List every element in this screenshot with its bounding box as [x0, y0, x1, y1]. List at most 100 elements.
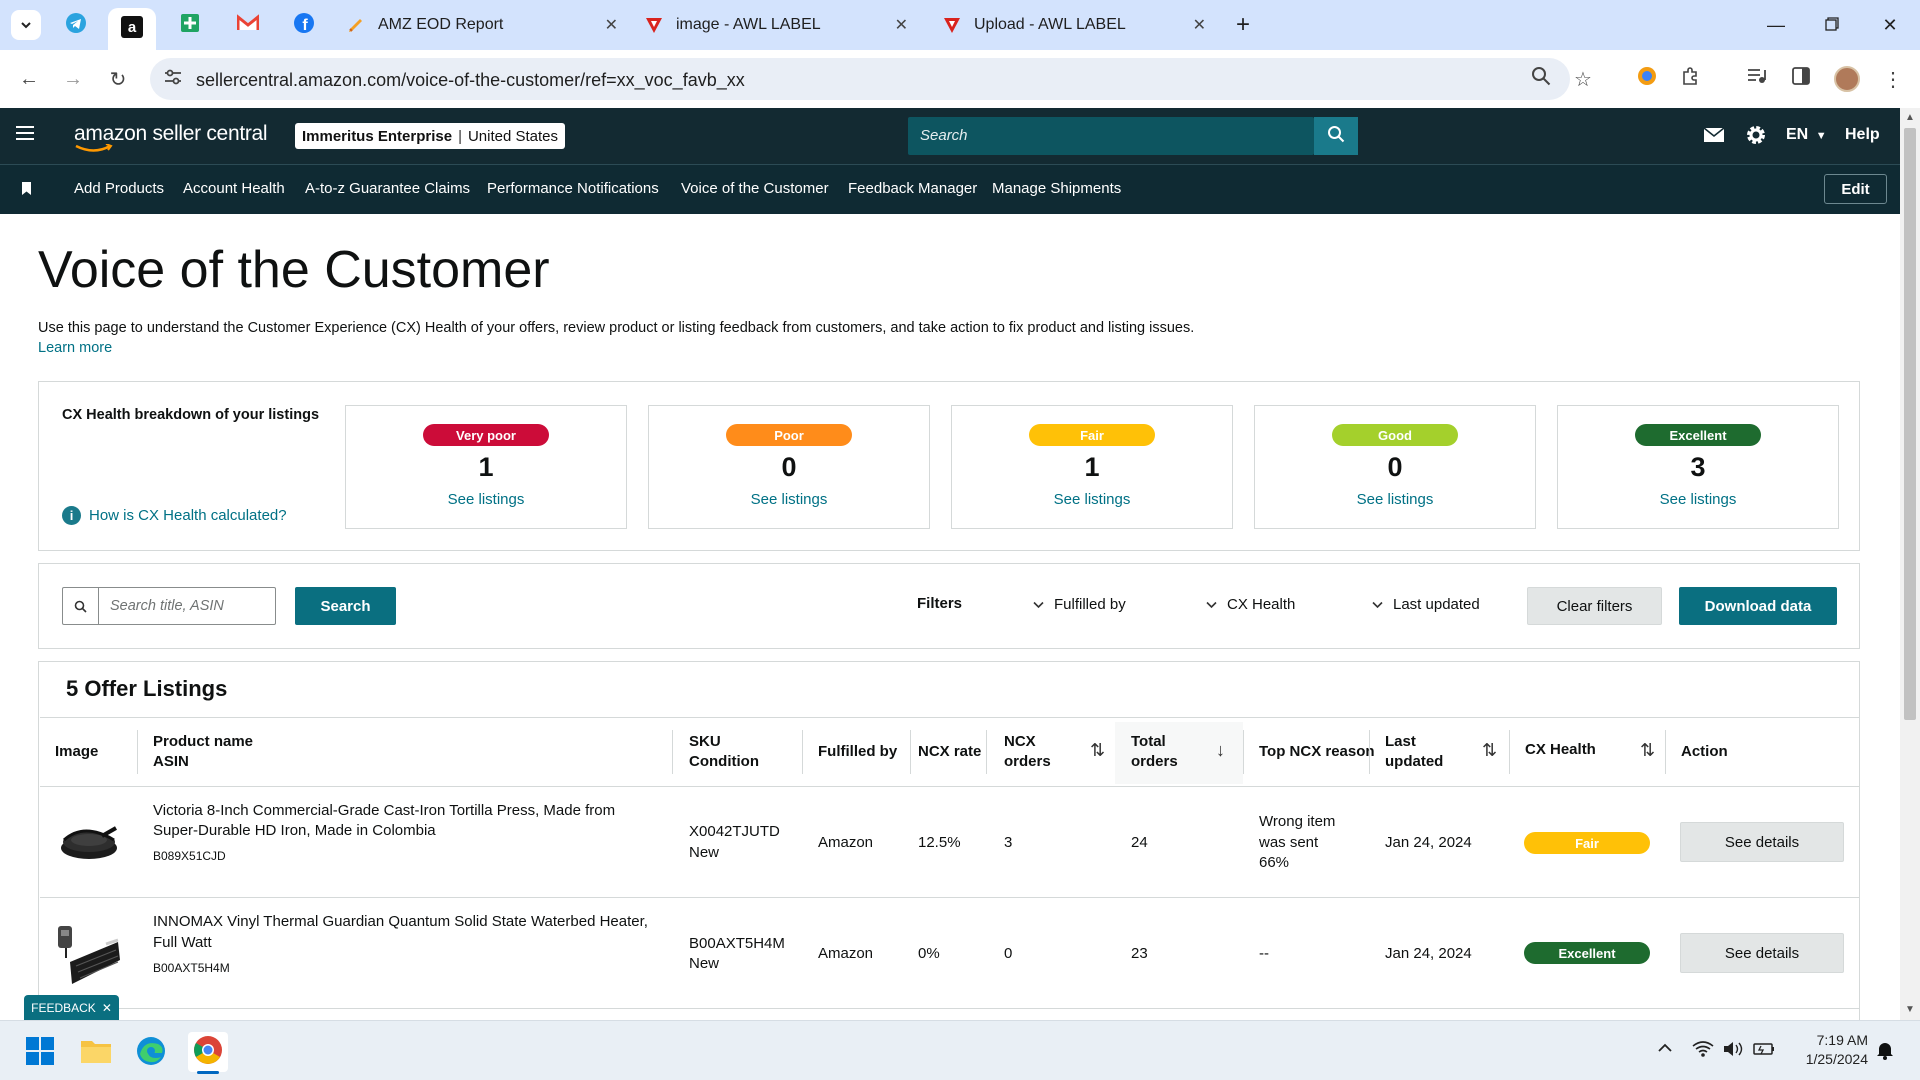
- col-ncx-orders[interactable]: NCX orders: [1004, 732, 1051, 772]
- see-details-button[interactable]: See details: [1680, 822, 1844, 862]
- col-condition: Condition: [689, 753, 759, 770]
- see-listings-link[interactable]: See listings: [649, 491, 929, 508]
- close-icon[interactable]: ✕: [605, 15, 618, 35]
- zoom-button[interactable]: [1526, 64, 1556, 94]
- cx-count: 1: [478, 452, 494, 482]
- product-name-link[interactable]: Full Watt: [153, 932, 212, 953]
- amazon-logo[interactable]: amazon seller central: [74, 122, 268, 152]
- edit-nav-button[interactable]: Edit: [1824, 174, 1887, 204]
- feedback-tab[interactable]: FEEDBACK ✕: [24, 995, 119, 1020]
- product-image[interactable]: [58, 818, 120, 871]
- pinned-tab-facebook[interactable]: f: [280, 8, 328, 42]
- restore-button[interactable]: [1812, 10, 1852, 40]
- reload-button[interactable]: ↻: [103, 64, 133, 94]
- nav-manage-shipments[interactable]: Manage Shipments: [992, 180, 1121, 197]
- zoom-icon: [1531, 66, 1551, 92]
- product-image[interactable]: [56, 922, 122, 991]
- clear-filters-button[interactable]: Clear filters: [1527, 587, 1662, 625]
- new-tab-button[interactable]: +: [1236, 8, 1260, 42]
- pinned-tab-gmail[interactable]: [224, 8, 272, 42]
- language-selector[interactable]: EN ▼: [1786, 126, 1827, 144]
- header-search-input[interactable]: Search: [908, 117, 1314, 155]
- tab-image-awl-label[interactable]: image - AWL LABEL ✕: [644, 8, 920, 42]
- header-search-button[interactable]: [1314, 117, 1358, 155]
- close-window-button[interactable]: ✕: [1870, 10, 1910, 40]
- side-panel-button[interactable]: [1786, 64, 1816, 94]
- sort-icon[interactable]: ⇅: [1090, 740, 1105, 761]
- volume-icon[interactable]: [1722, 1040, 1744, 1063]
- chevron-down-icon: [1372, 596, 1383, 613]
- tab-title: Upload - AWL LABEL: [974, 16, 1126, 33]
- close-icon[interactable]: ✕: [1193, 15, 1206, 35]
- listing-search-input[interactable]: Search title, ASIN: [62, 587, 276, 625]
- ncx-orders-value: 3: [1004, 834, 1013, 851]
- minimize-button[interactable]: —: [1756, 10, 1796, 40]
- product-name-link[interactable]: Super-Durable HD Iron, Made in Colombia: [153, 820, 436, 841]
- tab-upload-awl-label[interactable]: Upload - AWL LABEL ✕: [942, 8, 1218, 42]
- see-listings-link[interactable]: See listings: [1558, 491, 1838, 508]
- nav-a-to-z-claims[interactable]: A-to-z Guarantee Claims: [305, 180, 470, 197]
- see-details-button[interactable]: See details: [1680, 933, 1844, 973]
- wifi-icon[interactable]: [1692, 1040, 1714, 1063]
- nav-voice-of-the-customer[interactable]: Voice of the Customer: [681, 180, 829, 197]
- sort-icon[interactable]: ⇅: [1482, 740, 1497, 761]
- chrome-button[interactable]: [188, 1032, 228, 1072]
- media-control-button[interactable]: [1742, 64, 1772, 94]
- site-info-button[interactable]: [158, 64, 188, 94]
- cx-health-info-link[interactable]: i How is CX Health calculated?: [62, 506, 287, 525]
- hamburger-menu-button[interactable]: [14, 124, 36, 147]
- start-button[interactable]: [26, 1037, 54, 1070]
- sort-descending-icon[interactable]: ↓: [1216, 740, 1225, 761]
- back-button[interactable]: ←: [14, 64, 44, 94]
- battery-icon[interactable]: [1752, 1040, 1776, 1063]
- search-icon: [1327, 125, 1345, 148]
- scrollbar-thumb[interactable]: [1904, 128, 1916, 720]
- nav-account-health[interactable]: Account Health: [183, 180, 285, 197]
- bookmark-icon[interactable]: [21, 181, 32, 201]
- notifications-button[interactable]: [1876, 1040, 1894, 1065]
- see-listings-link[interactable]: See listings: [952, 491, 1232, 508]
- fulfilled-by-filter[interactable]: Fulfilled by: [1033, 596, 1126, 613]
- col-last-updated[interactable]: Last updated: [1385, 732, 1443, 772]
- mail-button[interactable]: [1703, 126, 1725, 149]
- tab-amz-eod-report[interactable]: AMZ EOD Report ✕: [346, 8, 630, 42]
- file-explorer-button[interactable]: [80, 1037, 112, 1070]
- nav-feedback-manager[interactable]: Feedback Manager: [848, 180, 977, 197]
- bookmark-star-button[interactable]: ☆: [1568, 64, 1598, 94]
- profile-avatar[interactable]: [1832, 64, 1862, 94]
- logo-text: amazon seller central: [74, 122, 268, 145]
- scroll-up-arrow[interactable]: ▲: [1905, 112, 1915, 123]
- nav-performance-notifications[interactable]: Performance Notifications: [487, 180, 659, 197]
- col-total-orders[interactable]: Total orders: [1131, 732, 1178, 772]
- system-clock[interactable]: 7:19 AM 1/25/2024: [1788, 1031, 1868, 1069]
- see-listings-link[interactable]: See listings: [1255, 491, 1535, 508]
- see-listings-link[interactable]: See listings: [346, 491, 626, 508]
- download-data-button[interactable]: Download data: [1679, 587, 1837, 625]
- close-icon[interactable]: ✕: [102, 1001, 112, 1015]
- sort-icon[interactable]: ⇅: [1640, 740, 1655, 761]
- settings-button[interactable]: [1745, 124, 1767, 151]
- extension-button[interactable]: [1632, 64, 1662, 94]
- edge-button[interactable]: [136, 1036, 166, 1071]
- nav-add-products[interactable]: Add Products: [74, 180, 164, 197]
- cx-health-filter[interactable]: CX Health: [1206, 596, 1295, 613]
- tray-overflow-button[interactable]: [1658, 1040, 1672, 1058]
- clock-date: 1/25/2024: [1805, 1051, 1868, 1067]
- tab-search-button[interactable]: [2, 8, 50, 42]
- pinned-tab-amazon[interactable]: a: [108, 8, 156, 50]
- product-name-link[interactable]: Victoria 8-Inch Commercial-Grade Cast-Ir…: [153, 800, 615, 821]
- cx-card-fair: Fair 1 See listings: [951, 405, 1233, 529]
- extensions-menu-button[interactable]: [1676, 64, 1706, 94]
- product-name-link[interactable]: INNOMAX Vinyl Thermal Guardian Quantum S…: [153, 911, 648, 932]
- listing-search-button[interactable]: Search: [295, 587, 396, 625]
- store-selector[interactable]: Immeritus Enterprise | United States: [295, 123, 566, 149]
- learn-more-link[interactable]: Learn more: [38, 340, 112, 356]
- close-icon[interactable]: ✕: [895, 15, 908, 35]
- help-link[interactable]: Help: [1845, 126, 1880, 144]
- last-updated-filter[interactable]: Last updated: [1372, 596, 1480, 613]
- scroll-down-arrow[interactable]: ▼: [1905, 1004, 1915, 1015]
- forward-button[interactable]: →: [58, 64, 88, 94]
- chrome-menu-button[interactable]: ⋮: [1878, 64, 1908, 94]
- pinned-tab-telegram[interactable]: [52, 8, 100, 42]
- pinned-tab-sheets[interactable]: [166, 8, 214, 42]
